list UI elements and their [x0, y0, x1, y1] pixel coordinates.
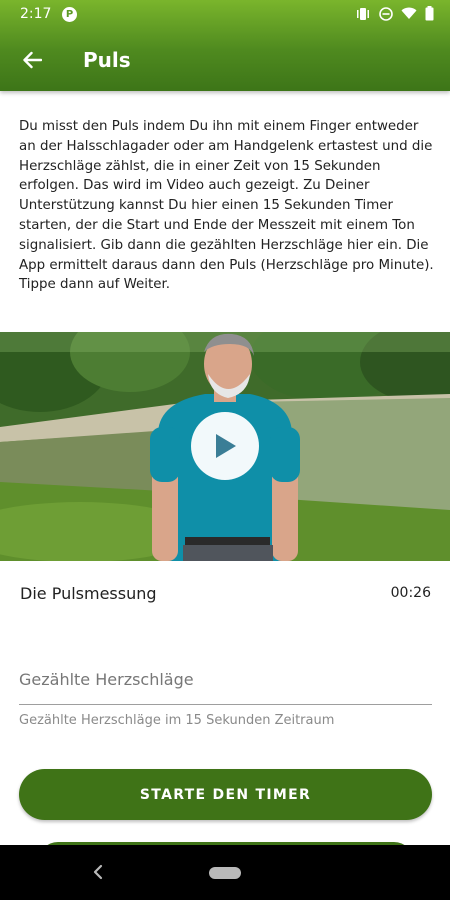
nav-back-icon[interactable]	[92, 864, 104, 880]
status-time: 2:17	[20, 6, 52, 22]
status-icons	[355, 6, 434, 21]
heartbeats-helper-text: Gezählte Herzschläge im 15 Sekunden Zeit…	[19, 713, 335, 728]
battery-icon	[425, 6, 434, 21]
system-navigation-bar	[0, 845, 450, 900]
page-title: Puls	[83, 48, 131, 72]
start-timer-button[interactable]: STARTE DEN TIMER	[19, 769, 432, 820]
heartbeats-input[interactable]	[19, 655, 432, 705]
app-bar: 2:17 P Puls	[0, 0, 450, 91]
status-bar: 2:17 P	[0, 0, 450, 30]
play-icon	[216, 434, 236, 458]
instructions-text: Du misst den Puls indem Du ihn mit einem…	[19, 119, 434, 293]
back-button[interactable]	[12, 44, 52, 76]
nav-home-pill[interactable]	[209, 867, 241, 879]
video-title: Die Pulsmessung	[20, 584, 157, 603]
app-notification-icon: P	[62, 7, 77, 22]
arrow-left-icon	[23, 51, 42, 69]
vibrate-icon	[357, 7, 369, 20]
play-button[interactable]	[191, 412, 259, 480]
do-not-disturb-icon	[379, 6, 393, 21]
wifi-icon	[401, 7, 417, 19]
video-duration: 00:26	[390, 585, 431, 601]
